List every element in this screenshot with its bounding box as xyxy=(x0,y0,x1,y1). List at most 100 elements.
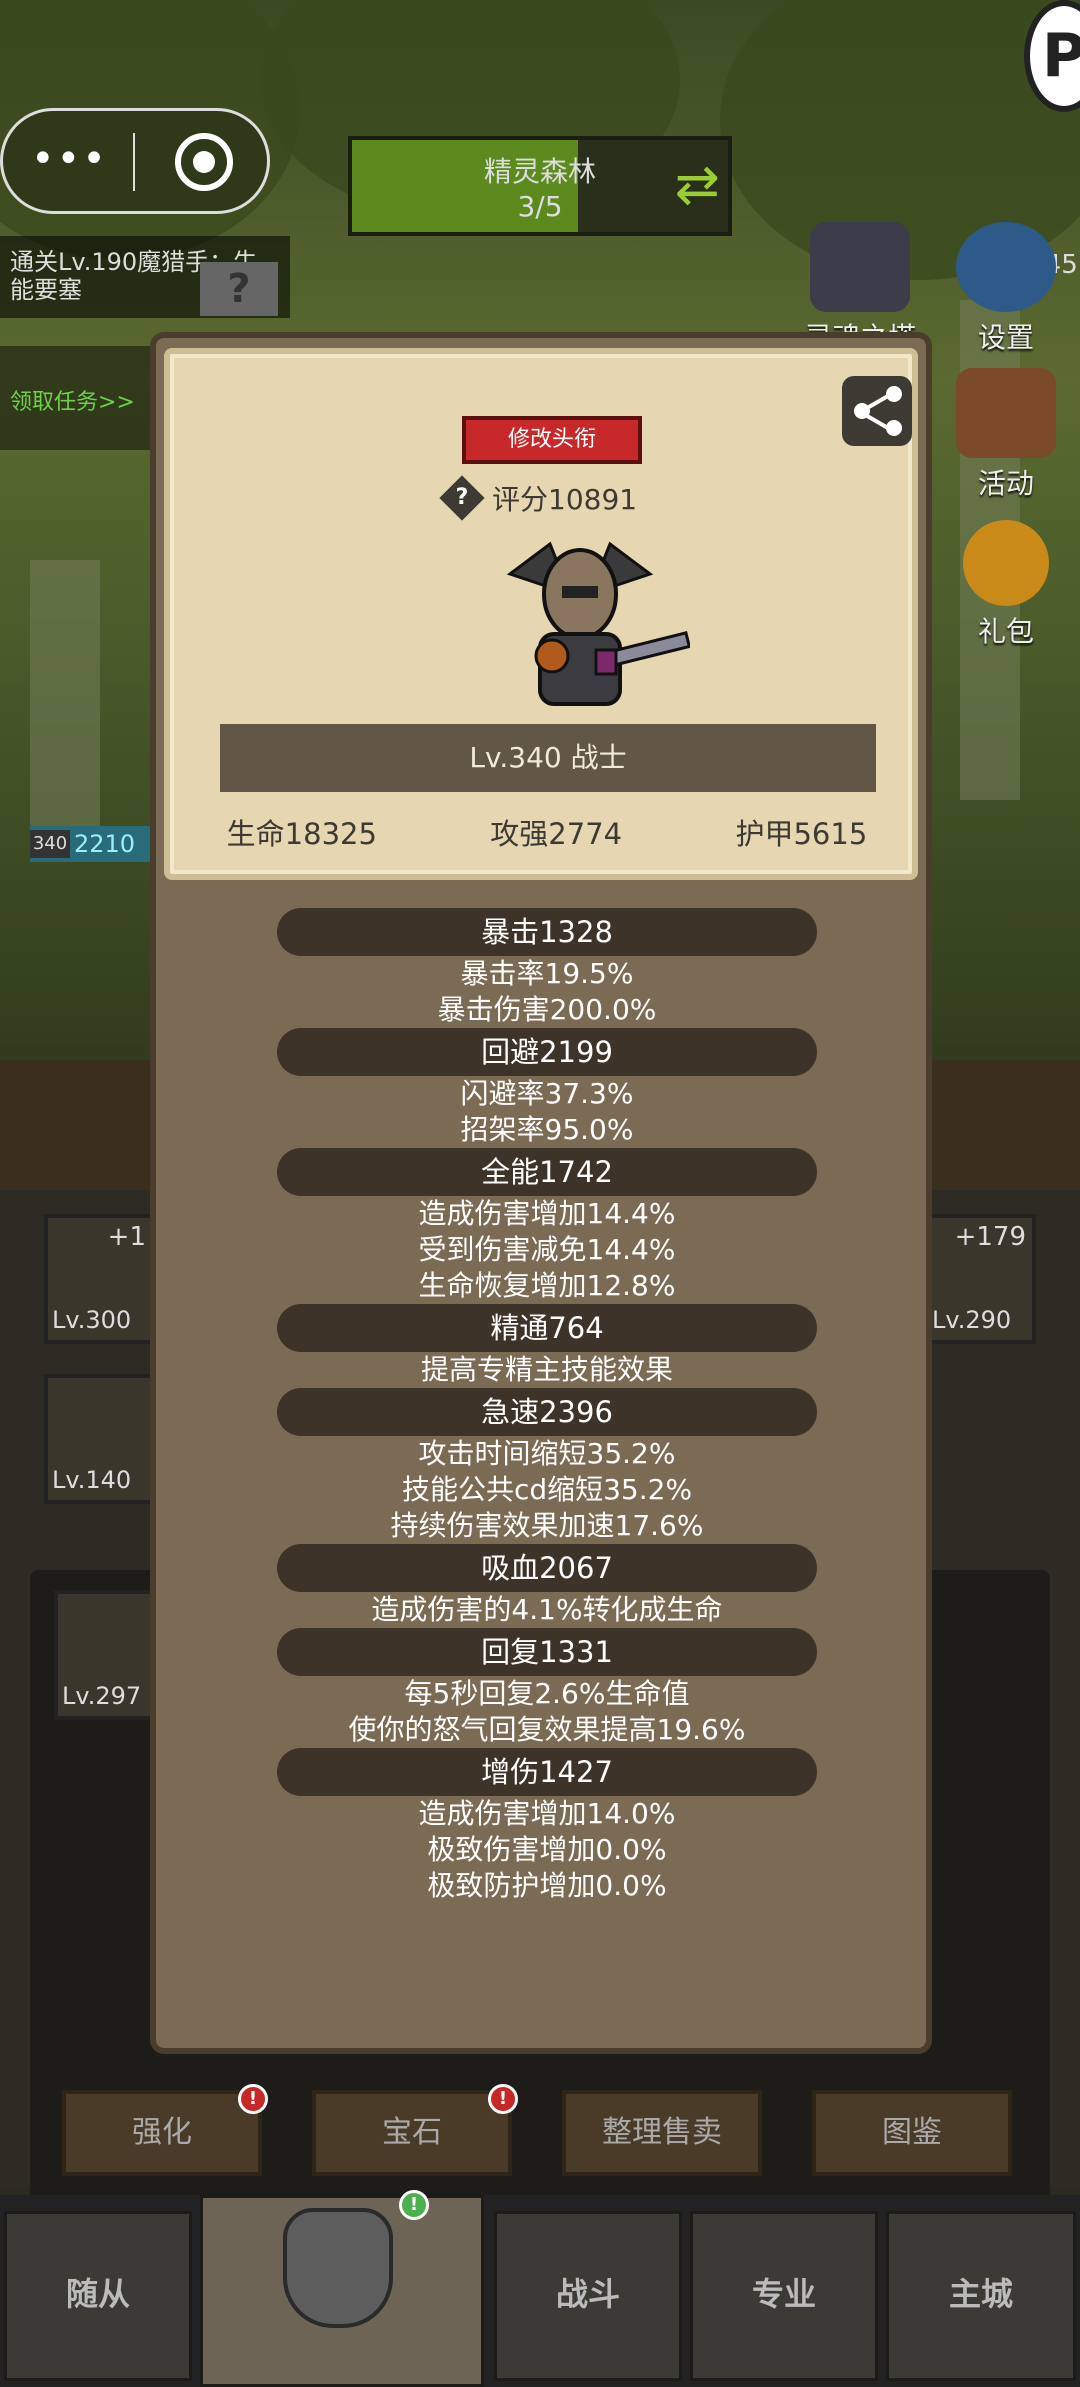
stat-line: 暴击率19.5% xyxy=(460,957,634,990)
nav-tab-equipment[interactable]: ! 装备 xyxy=(200,2190,484,2387)
nav-tab-followers[interactable]: 随从 xyxy=(4,2211,192,2381)
stat-group-header: 回复1331 xyxy=(277,1628,817,1676)
stat-group-header: 暴击1328 xyxy=(277,908,817,956)
sort-sell-button[interactable]: 整理售卖 xyxy=(562,2090,762,2176)
stat-line: 提高专精主技能效果 xyxy=(420,1353,673,1386)
equip-slot-level: Lv.300 xyxy=(52,1306,132,1334)
equip-slot-level: Lv.290 xyxy=(932,1306,1012,1334)
hero-summary-card: 修改头衔 ? 评分10891 Lv.340 战士 生命18325 攻强2774 … xyxy=(164,348,918,880)
gift-coin-icon xyxy=(963,520,1049,606)
map-progress-bar[interactable]: 精灵森林 3/5 ⇄ xyxy=(348,136,732,236)
enhance-button[interactable]: 强化 ! xyxy=(62,2084,268,2176)
stat-line: 极致防护增加0.0% xyxy=(427,1869,667,1902)
stat-group-header: 吸血2067 xyxy=(277,1544,817,1592)
refresh-icon[interactable]: ⇄ xyxy=(675,158,720,212)
stat-line: 暴击伤害200.0% xyxy=(437,993,657,1026)
stat-group-damage-boost: 增伤1427 造成伤害增加14.0% 极致伤害增加0.0% 极致防护增加0.0% xyxy=(156,1748,938,1904)
stat-line: 极致伤害增加0.0% xyxy=(427,1833,667,1866)
stat-line: 造成伤害的4.1%转化成生命 xyxy=(371,1593,723,1626)
gear-icon xyxy=(956,222,1056,312)
sort-sell-label: 整理售卖 xyxy=(602,2115,722,2150)
side-button-settings[interactable]: 设置 xyxy=(946,222,1066,356)
map-progress-text: 3/5 xyxy=(517,190,563,223)
stat-group-header: 全能1742 xyxy=(277,1148,817,1196)
enhance-label: 强化 xyxy=(132,2115,192,2150)
nav-tab-main-city[interactable]: 主城 xyxy=(886,2211,1076,2381)
equip-slot-book[interactable]: Lv.140 xyxy=(44,1374,156,1504)
alert-icon: ! xyxy=(488,2084,518,2114)
codex-button[interactable]: 图鉴 xyxy=(812,2090,1012,2176)
core-stats-row: 生命18325 攻强2774 护甲5615 xyxy=(170,802,924,862)
stat-line: 造成伤害增加14.0% xyxy=(418,1797,676,1830)
codex-label: 图鉴 xyxy=(882,2115,942,2150)
side-button-gift[interactable]: 礼包 xyxy=(946,520,1066,650)
secondary-stats-list: 暴击1328 暴击率19.5% 暴击伤害200.0% 回避2199 闪避率37.… xyxy=(156,908,938,1904)
stat-group-recovery: 回复1331 每5秒回复2.6%生命值 使你的怒气回复效果提高19.6% xyxy=(156,1628,938,1748)
side-button-events[interactable]: 活动 xyxy=(946,368,1066,502)
unknown-boss-icon: ? xyxy=(200,262,278,316)
record-circle-icon[interactable] xyxy=(175,133,233,191)
inventory-actions: 强化 ! 宝石 ! 整理售卖 图鉴 xyxy=(0,2084,1080,2180)
nav-tab-profession[interactable]: 专业 xyxy=(690,2211,878,2381)
stat-group-mastery: 精通764 提高专精主技能效果 xyxy=(156,1304,938,1388)
tower-icon xyxy=(810,222,910,312)
alert-icon: ! xyxy=(238,2084,268,2114)
gem-button[interactable]: 宝石 ! xyxy=(312,2084,518,2176)
rating-score: 评分10891 xyxy=(492,483,638,516)
stat-attack-power: 攻强2774 xyxy=(490,817,623,851)
stat-line: 使你的怒气回复效果提高19.6% xyxy=(348,1713,746,1746)
stat-group-leech: 吸血2067 造成伤害的4.1%转化成生命 xyxy=(156,1544,938,1628)
hero-stats-panel: 修改头衔 ? 评分10891 Lv.340 战士 生命18325 攻强2774 … xyxy=(150,332,932,2054)
stat-line: 技能公共cd缩短35.2% xyxy=(401,1473,693,1506)
help-icon[interactable]: ? xyxy=(439,475,485,521)
hero-hp-bar: 340 2210 xyxy=(30,826,160,862)
gem-label: 宝石 xyxy=(382,2115,442,2150)
mini-program-capsule[interactable]: ••• xyxy=(0,108,270,214)
share-icon[interactable] xyxy=(842,376,912,446)
equip-slot-level: Lv.140 xyxy=(52,1466,132,1494)
equip-slot-level: Lv.297 xyxy=(62,1682,142,1710)
stat-group-header: 急速2396 xyxy=(277,1388,817,1436)
rating-row: ? 评分10891 xyxy=(439,475,638,521)
stat-group-avoidance: 回避2199 闪避率37.3% 招架率95.0% xyxy=(156,1028,938,1148)
equip-slot-helmet[interactable]: +1 Lv.300 xyxy=(44,1214,156,1344)
side-button-label: 礼包 xyxy=(977,615,1034,648)
bottom-nav: 随从 ! 装备 战斗 专业 主城 xyxy=(0,2190,1080,2387)
more-dots-icon[interactable]: ••• xyxy=(31,139,108,179)
stat-line: 受到伤害减免14.4% xyxy=(418,1233,676,1266)
stat-line: 攻击时间缩短35.2% xyxy=(418,1437,676,1470)
armor-icon xyxy=(283,2208,393,2328)
map-name: 精灵森林 xyxy=(483,155,596,188)
equip-slot-shoulder[interactable]: +179 Lv.290 xyxy=(924,1214,1036,1344)
equip-slot-plus: +179 xyxy=(954,1222,1026,1252)
stat-line: 持续伤害效果加速17.6% xyxy=(390,1509,704,1542)
stat-group-crit: 暴击1328 暴击率19.5% 暴击伤害200.0% xyxy=(156,908,938,1028)
nav-tab-battle[interactable]: 战斗 xyxy=(494,2211,682,2381)
stat-line: 招架率95.0% xyxy=(460,1113,634,1146)
stat-armor: 护甲5615 xyxy=(735,817,868,851)
side-button-label: 活动 xyxy=(977,467,1034,500)
stat-group-header: 精通764 xyxy=(277,1304,817,1352)
stat-group-haste: 急速2396 攻击时间缩短35.2% 技能公共cd缩短35.2% 持续伤害效果加… xyxy=(156,1388,938,1544)
notification-icon: ! xyxy=(399,2190,429,2220)
nav-tab-label: 主城 xyxy=(948,2275,1013,2313)
stat-line: 每5秒回复2.6%生命值 xyxy=(404,1677,690,1710)
stat-line: 生命恢复增加12.8% xyxy=(418,1269,676,1302)
stat-group-versatility: 全能1742 造成伤害增加14.4% 受到伤害减免14.4% 生命恢复增加12.… xyxy=(156,1148,938,1304)
task-link[interactable]: 领取任务>> xyxy=(0,346,160,450)
stat-line: 造成伤害增加14.4% xyxy=(418,1197,676,1230)
hero-level-tag: 340 xyxy=(30,830,70,858)
stat-group-header: 增伤1427 xyxy=(277,1748,817,1796)
hero-hp-value: 2210 xyxy=(74,830,136,858)
scroll-icon xyxy=(956,368,1056,458)
nav-tab-label: 随从 xyxy=(65,2275,130,2313)
nav-tab-label: 战斗 xyxy=(555,2275,620,2313)
stat-line: 闪避率37.3% xyxy=(460,1077,634,1110)
side-button-label: 设置 xyxy=(977,321,1034,354)
edit-title-button[interactable]: 修改头衔 xyxy=(462,416,642,464)
capsule-divider xyxy=(133,133,135,191)
equip-slot-plus: +1 xyxy=(107,1222,146,1252)
nav-tab-label: 专业 xyxy=(751,2275,816,2313)
stat-health: 生命18325 xyxy=(226,817,377,851)
hero-name: Lv.340 战士 xyxy=(220,724,876,792)
